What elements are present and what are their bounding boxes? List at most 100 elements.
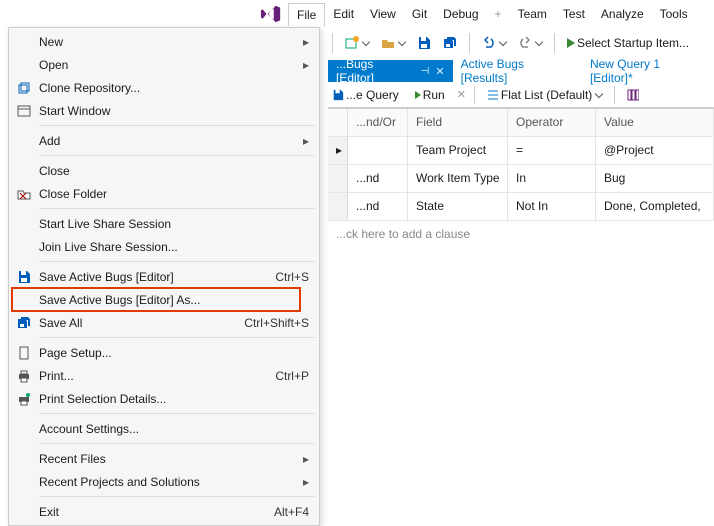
menu-item-new[interactable]: New▸: [9, 30, 319, 53]
chevron-down-icon: [398, 38, 406, 46]
submenu-arrow-icon: ▸: [303, 58, 309, 72]
cell-andor[interactable]: [348, 137, 408, 164]
menu-item-label: Print Selection Details...: [39, 392, 309, 406]
stop-icon[interactable]: ✕: [457, 88, 466, 101]
toolbar-undo-button[interactable]: [478, 34, 510, 52]
menu-item-add[interactable]: Add▸: [9, 129, 319, 152]
menu-item-label: Clone Repository...: [39, 81, 309, 95]
tab-active-bugs-editor[interactable]: ...Bugs [Editor] ⊣ ✕: [328, 60, 453, 82]
menu-item-print[interactable]: Print...Ctrl+P: [9, 364, 319, 387]
cell-operator[interactable]: =: [508, 137, 596, 164]
toolbar-save-button[interactable]: [413, 34, 435, 52]
menu-item-close[interactable]: Close: [9, 159, 319, 182]
columns-icon: [627, 89, 639, 101]
pin-icon[interactable]: ⊣: [421, 66, 430, 77]
row-gutter[interactable]: ▸: [328, 137, 348, 164]
grid-row[interactable]: ▸ Team Project = @Project: [328, 137, 714, 165]
printsel-icon: [9, 392, 39, 406]
menu-item-label: Save Active Bugs [Editor] As...: [39, 293, 309, 307]
menu-item-save-all[interactable]: Save AllCtrl+Shift+S: [9, 311, 319, 334]
row-gutter[interactable]: [328, 165, 348, 192]
tab-label: ...Bugs [Editor]: [336, 57, 415, 85]
toolbar-save-all-button[interactable]: [439, 34, 461, 52]
menu-item-start-window[interactable]: Start Window: [9, 99, 319, 122]
toolbar-open-button[interactable]: [377, 34, 409, 52]
col-operator[interactable]: Operator: [508, 109, 596, 136]
menu-test[interactable]: Test: [555, 3, 593, 25]
menu-item-print-selection-details[interactable]: Print Selection Details...: [9, 387, 319, 410]
row-gutter[interactable]: [328, 193, 348, 220]
menu-team[interactable]: Team: [510, 3, 555, 25]
toolbar-redo-button[interactable]: [514, 34, 546, 52]
menu-item-label: Print...: [39, 369, 275, 383]
menu-git[interactable]: Git: [404, 3, 435, 25]
menu-view[interactable]: View: [362, 3, 404, 25]
menu-item-label: Page Setup...: [39, 346, 309, 360]
menu-edit[interactable]: Edit: [325, 3, 362, 25]
menu-item-label: New: [39, 35, 303, 49]
chevron-down-icon: [595, 89, 603, 97]
menu-item-page-setup[interactable]: Page Setup...: [9, 341, 319, 364]
menu-item-shortcut: Ctrl+Shift+S: [244, 316, 309, 330]
cell-operator[interactable]: In: [508, 165, 596, 192]
menu-item-save-active-bugs-editor-as[interactable]: Save Active Bugs [Editor] As...: [9, 288, 319, 311]
cell-andor[interactable]: ...nd: [348, 165, 408, 192]
menubar: File Edit View Git Debug + Team Test Ana…: [0, 0, 714, 28]
menu-item-clone-repository[interactable]: Clone Repository...: [9, 76, 319, 99]
menu-separator: [39, 155, 315, 156]
menu-separator: [39, 496, 315, 497]
menu-item-label: Close Folder: [39, 187, 309, 201]
menu-item-save-active-bugs-editor[interactable]: Save Active Bugs [Editor]Ctrl+S: [9, 265, 319, 288]
cell-field[interactable]: Work Item Type: [408, 165, 508, 192]
cell-field[interactable]: Team Project: [408, 137, 508, 164]
tab-active-bugs-results[interactable]: Active Bugs [Results]: [453, 60, 582, 82]
separator: [614, 86, 615, 104]
save-query-button[interactable]: ...e Query: [328, 86, 403, 104]
cell-value[interactable]: Done, Completed,: [596, 193, 714, 220]
close-icon[interactable]: ✕: [435, 65, 444, 78]
add-clause-hint[interactable]: ...ck here to add a clause: [328, 221, 714, 247]
menu-item-account-settings[interactable]: Account Settings...: [9, 417, 319, 440]
menu-file[interactable]: File: [288, 3, 325, 26]
column-options-button[interactable]: [623, 87, 643, 103]
run-query-button[interactable]: Run: [411, 86, 449, 104]
menu-separator: [39, 443, 315, 444]
cell-value[interactable]: @Project: [596, 137, 714, 164]
print-icon: [9, 369, 39, 383]
cell-andor[interactable]: ...nd: [348, 193, 408, 220]
menu-debug[interactable]: Debug: [435, 3, 486, 25]
col-andor[interactable]: ...nd/Or: [348, 109, 408, 136]
cell-operator[interactable]: Not In: [508, 193, 596, 220]
col-value[interactable]: Value: [596, 109, 714, 136]
menu-item-label: Exit: [39, 505, 274, 519]
menu-item-recent-projects-and-solutions[interactable]: Recent Projects and Solutions▸: [9, 470, 319, 493]
menu-item-open[interactable]: Open▸: [9, 53, 319, 76]
document-tabs: ...Bugs [Editor] ⊣ ✕ Active Bugs [Result…: [328, 58, 714, 82]
col-field[interactable]: Field: [408, 109, 508, 136]
play-icon: [415, 91, 421, 99]
menu-item-join-live-share-session[interactable]: Join Live Share Session...: [9, 235, 319, 258]
cell-value[interactable]: Bug: [596, 165, 714, 192]
menu-analyze[interactable]: Analyze: [593, 3, 652, 25]
saveall-icon: [9, 316, 39, 330]
tab-new-query-1[interactable]: New Query 1 [Editor]*: [582, 60, 714, 82]
cell-field[interactable]: State: [408, 193, 508, 220]
start-debug-button[interactable]: Select Startup Item...: [563, 34, 693, 52]
menu-tools[interactable]: Tools: [652, 3, 696, 25]
file-menu-dropdown: New▸Open▸Clone Repository...Start Window…: [8, 27, 320, 526]
menu-item-close-folder[interactable]: Close Folder: [9, 182, 319, 205]
grid-row[interactable]: ...nd State Not In Done, Completed,: [328, 193, 714, 221]
menu-item-start-live-share-session[interactable]: Start Live Share Session: [9, 212, 319, 235]
menu-item-shortcut: Alt+F4: [274, 505, 309, 519]
open-folder-icon: [381, 36, 395, 50]
menu-item-label: Save Active Bugs [Editor]: [39, 270, 275, 284]
menu-item-label: Open: [39, 58, 303, 72]
submenu-arrow-icon: ▸: [303, 452, 309, 466]
tab-label: Active Bugs [Results]: [461, 57, 574, 85]
grid-row[interactable]: ...nd Work Item Type In Bug: [328, 165, 714, 193]
toolbar-new-project-button[interactable]: [341, 34, 373, 52]
menu-item-exit[interactable]: ExitAlt+F4: [9, 500, 319, 523]
menu-item-recent-files[interactable]: Recent Files▸: [9, 447, 319, 470]
flat-list-dropdown[interactable]: Flat List (Default): [483, 86, 606, 104]
menu-item-label: Join Live Share Session...: [39, 240, 309, 254]
